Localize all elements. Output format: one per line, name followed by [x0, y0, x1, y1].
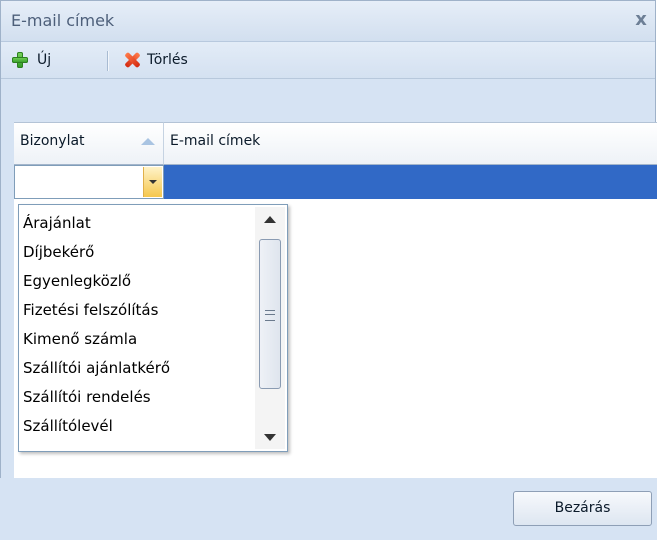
close-icon[interactable]: x — [629, 8, 653, 32]
column-header-label: E-mail címek — [170, 133, 261, 149]
list-item[interactable]: Egyenlegközlő — [19, 267, 253, 296]
new-button[interactable]: Új — [11, 48, 51, 72]
column-header-label: Bizonylat — [20, 133, 85, 149]
toolbar: Új Törlés — [1, 42, 655, 79]
window-title: E-mail címek — [11, 11, 115, 30]
bizonylat-combo-editor[interactable] — [14, 165, 164, 199]
list-item[interactable]: Fizetési felszólítás — [19, 296, 253, 325]
scroll-thumb[interactable] — [259, 239, 281, 389]
dropdown-arrow-icon[interactable] — [143, 167, 162, 197]
scroll-down-arrow-icon[interactable] — [255, 425, 285, 449]
column-header-bizonylat[interactable]: Bizonylat — [14, 122, 164, 165]
list-item[interactable]: Díjbekérő — [19, 238, 253, 267]
bizonylat-dropdown-list: Árajánlat Díjbekérő Egyenlegközlő Fizeté… — [18, 204, 288, 452]
plus-icon — [11, 51, 29, 69]
list-item[interactable]: Kimenő számla — [19, 325, 253, 354]
list-item[interactable]: Szállítói rendelés — [19, 383, 253, 412]
footer-bar: Bezárás — [0, 478, 657, 540]
delete-button[interactable]: Törlés — [123, 48, 188, 72]
sort-ascending-icon — [141, 138, 155, 145]
scroll-up-arrow-icon[interactable] — [255, 207, 285, 231]
list-item[interactable]: Szállítói ajánlatkérő — [19, 354, 253, 383]
column-header-email[interactable]: E-mail címek — [164, 122, 657, 165]
delete-button-label: Törlés — [147, 52, 188, 68]
dropdown-scrollbar[interactable] — [255, 207, 285, 449]
list-item[interactable]: Árajánlat — [19, 209, 253, 238]
delete-x-icon — [123, 51, 141, 69]
list-item[interactable]: Szállítólevél — [19, 412, 253, 441]
dropdown-items: Árajánlat Díjbekérő Egyenlegközlő Fizeté… — [19, 209, 253, 441]
toolbar-separator — [107, 51, 109, 71]
new-button-label: Új — [37, 52, 52, 68]
grip-icon — [265, 310, 275, 321]
close-button[interactable]: Bezárás — [513, 491, 652, 526]
title-bar: E-mail címek x — [1, 1, 655, 42]
